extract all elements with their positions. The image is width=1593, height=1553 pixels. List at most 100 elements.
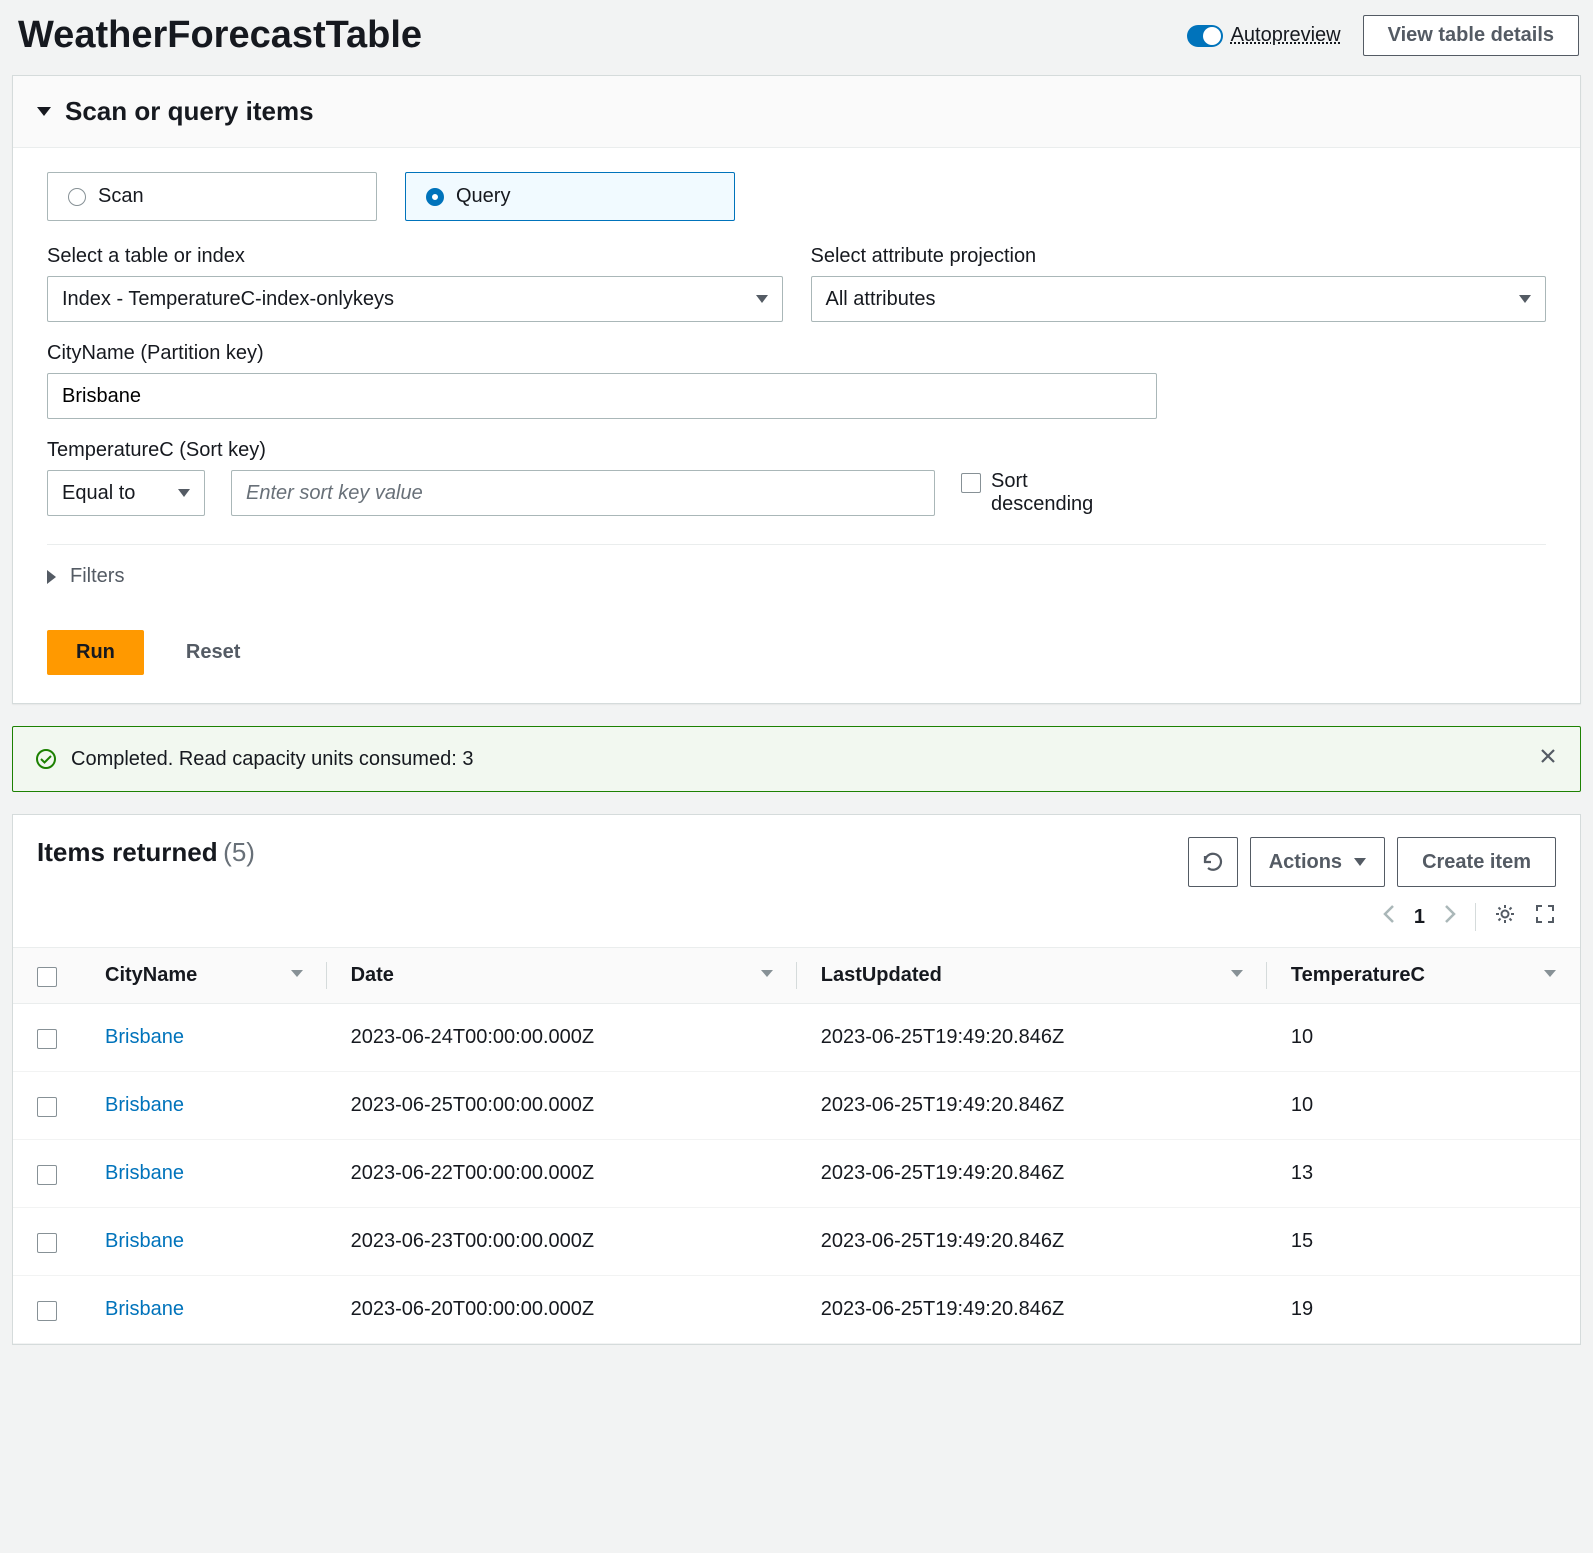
lastupdated-cell: 2023-06-25T19:49:20.846Z (797, 1140, 1267, 1208)
chevron-down-icon (1519, 295, 1531, 303)
table-index-select[interactable]: Index - TemperatureC-index-onlykeys (47, 276, 783, 322)
results-panel: Items returned (5) Actions Create item 1 (12, 814, 1581, 1345)
select-all-checkbox[interactable] (37, 967, 57, 987)
sort-key-value-input[interactable] (231, 470, 935, 516)
check-circle-icon (35, 748, 57, 770)
chevron-right-icon (1443, 903, 1457, 925)
lastupdated-cell: 2023-06-25T19:49:20.846Z (797, 1208, 1267, 1276)
column-header-cityname[interactable]: CityName (81, 948, 327, 1004)
table-row: Brisbane 2023-06-20T00:00:00.000Z2023-06-… (13, 1276, 1580, 1344)
close-icon (1538, 746, 1558, 766)
sort-icon (1544, 970, 1556, 977)
divider (1475, 903, 1476, 931)
column-header-date[interactable]: Date (327, 948, 797, 1004)
partition-key-label: CityName (Partition key) (47, 342, 1546, 365)
temperature-cell: 10 (1267, 1072, 1580, 1140)
date-cell: 2023-06-20T00:00:00.000Z (327, 1276, 797, 1344)
gear-icon (1494, 903, 1516, 925)
scan-label: Scan (98, 185, 144, 208)
scan-radio[interactable]: Scan (47, 172, 377, 221)
alert-message: Completed. Read capacity units consumed:… (71, 748, 473, 771)
actions-dropdown-button[interactable]: Actions (1250, 837, 1385, 887)
scan-query-panel: Scan or query items Scan Query Select a … (12, 75, 1581, 704)
view-table-details-button[interactable]: View table details (1363, 15, 1579, 56)
sort-key-label: TemperatureC (Sort key) (47, 439, 1546, 462)
sort-descending-label: Sort descending (991, 470, 1101, 516)
row-checkbox[interactable] (37, 1165, 57, 1185)
lastupdated-cell: 2023-06-25T19:49:20.846Z (797, 1276, 1267, 1344)
sort-key-operator-select[interactable]: Equal to (47, 470, 205, 516)
projection-label: Select attribute projection (811, 245, 1547, 268)
table-index-label: Select a table or index (47, 245, 783, 268)
actions-label: Actions (1269, 851, 1342, 874)
fullscreen-button[interactable] (1534, 903, 1556, 931)
date-cell: 2023-06-25T00:00:00.000Z (327, 1072, 797, 1140)
toggle-switch-icon (1187, 25, 1223, 47)
temperature-cell: 19 (1267, 1276, 1580, 1344)
reset-button[interactable]: Reset (186, 641, 240, 664)
table-index-value: Index - TemperatureC-index-onlykeys (62, 288, 394, 311)
partition-key-field[interactable] (62, 385, 1142, 408)
column-header-temperaturec[interactable]: TemperatureC (1267, 948, 1580, 1004)
cityname-link[interactable]: Brisbane (105, 1094, 184, 1116)
projection-value: All attributes (826, 288, 936, 311)
run-button[interactable]: Run (47, 630, 144, 675)
sort-icon (761, 970, 773, 977)
column-header-lastupdated[interactable]: LastUpdated (797, 948, 1267, 1004)
lastupdated-cell: 2023-06-25T19:49:20.846Z (797, 1072, 1267, 1140)
date-cell: 2023-06-22T00:00:00.000Z (327, 1140, 797, 1208)
table-row: Brisbane 2023-06-24T00:00:00.000Z2023-06-… (13, 1004, 1580, 1072)
sort-icon (291, 970, 303, 977)
create-item-button[interactable]: Create item (1397, 837, 1556, 887)
results-title: Items returned (37, 837, 218, 867)
settings-button[interactable] (1494, 903, 1516, 931)
temperature-cell: 10 (1267, 1004, 1580, 1072)
chevron-down-icon (178, 489, 190, 497)
projection-select[interactable]: All attributes (811, 276, 1547, 322)
results-count: (5) (223, 837, 255, 867)
query-label: Query (456, 185, 510, 208)
divider (47, 544, 1546, 545)
query-radio[interactable]: Query (405, 172, 735, 221)
row-checkbox[interactable] (37, 1233, 57, 1253)
date-cell: 2023-06-24T00:00:00.000Z (327, 1004, 797, 1072)
cityname-link[interactable]: Brisbane (105, 1230, 184, 1252)
chevron-left-icon (1382, 903, 1396, 925)
filters-expander[interactable]: Filters (47, 565, 1546, 588)
success-alert: Completed. Read capacity units consumed:… (12, 726, 1581, 792)
sort-key-op-value: Equal to (62, 482, 135, 505)
sort-key-value-field[interactable] (246, 482, 920, 505)
chevron-right-icon (47, 570, 56, 584)
sort-icon (1231, 970, 1243, 977)
cityname-link[interactable]: Brisbane (105, 1162, 184, 1184)
chevron-down-icon (756, 295, 768, 303)
page-prev-button[interactable] (1382, 903, 1396, 931)
radio-icon (68, 188, 86, 206)
chevron-down-icon (1354, 858, 1366, 866)
partition-key-input[interactable] (47, 373, 1157, 419)
refresh-icon (1202, 851, 1224, 873)
cityname-link[interactable]: Brisbane (105, 1298, 184, 1320)
table-row: Brisbane 2023-06-25T00:00:00.000Z2023-06-… (13, 1072, 1580, 1140)
alert-close-button[interactable] (1538, 745, 1558, 773)
cityname-link[interactable]: Brisbane (105, 1026, 184, 1048)
row-checkbox[interactable] (37, 1029, 57, 1049)
panel-title: Scan or query items (65, 96, 314, 127)
page-title: WeatherForecastTable (18, 14, 422, 57)
lastupdated-cell: 2023-06-25T19:49:20.846Z (797, 1004, 1267, 1072)
radio-icon (426, 188, 444, 206)
sort-descending-checkbox[interactable] (961, 473, 981, 493)
row-checkbox[interactable] (37, 1301, 57, 1321)
temperature-cell: 13 (1267, 1140, 1580, 1208)
autopreview-label: Autopreview (1231, 24, 1341, 47)
autopreview-toggle[interactable]: Autopreview (1187, 24, 1341, 47)
row-checkbox[interactable] (37, 1097, 57, 1117)
results-table: CityName Date LastUpdated TemperatureC B… (13, 947, 1580, 1344)
refresh-button[interactable] (1188, 837, 1238, 887)
filters-label: Filters (70, 565, 124, 588)
page-next-button[interactable] (1443, 903, 1457, 931)
date-cell: 2023-06-23T00:00:00.000Z (327, 1208, 797, 1276)
page-number: 1 (1414, 906, 1425, 929)
collapse-icon[interactable] (37, 107, 51, 116)
table-row: Brisbane 2023-06-22T00:00:00.000Z2023-06-… (13, 1140, 1580, 1208)
